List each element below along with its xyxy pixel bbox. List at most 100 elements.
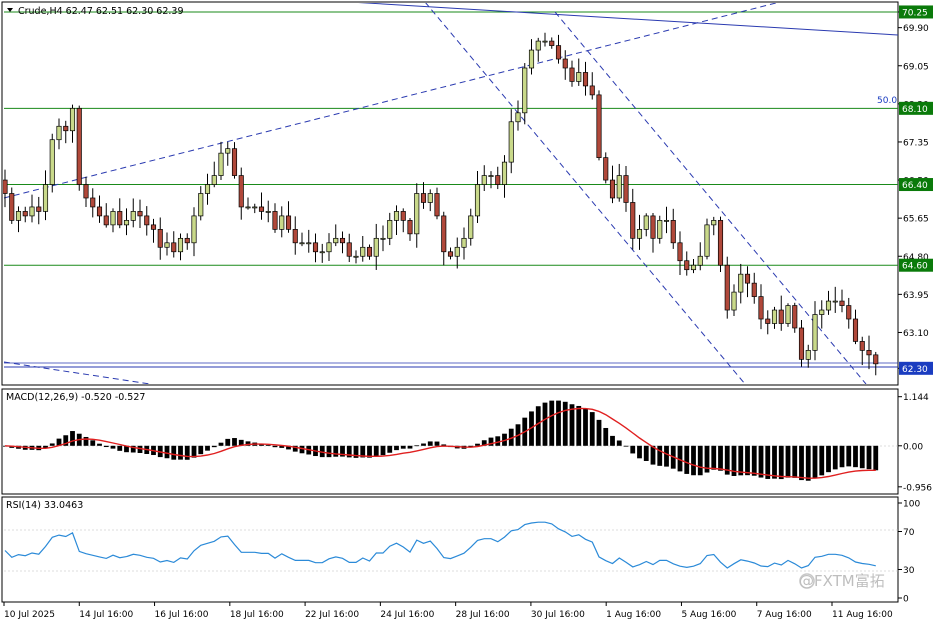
candle-body[interactable] [56, 125, 62, 141]
candle-body[interactable] [819, 309, 825, 315]
candle-body[interactable] [562, 58, 568, 69]
candle-body[interactable] [576, 72, 582, 82]
candle-body[interactable] [434, 193, 440, 217]
candle-body[interactable] [778, 309, 784, 324]
candle-body[interactable] [555, 45, 562, 60]
candle-body[interactable] [535, 40, 541, 51]
candle-body[interactable] [582, 72, 589, 87]
candle-body[interactable] [731, 291, 737, 311]
candle-body[interactable] [231, 148, 238, 176]
candle-body[interactable] [636, 229, 643, 239]
candle-body[interactable] [792, 305, 798, 329]
candle-body[interactable] [684, 260, 690, 271]
candle-body[interactable] [643, 215, 649, 230]
candle-body[interactable] [238, 175, 244, 208]
candle-body[interactable] [798, 327, 805, 360]
candle-body[interactable] [873, 354, 879, 365]
candle-body[interactable] [474, 184, 481, 217]
candle-body[interactable] [83, 184, 89, 199]
candle-body[interactable] [218, 152, 224, 176]
candle-body[interactable] [852, 318, 859, 342]
candle-body[interactable] [164, 242, 170, 248]
candle-body[interactable] [306, 242, 312, 245]
candle-body[interactable] [380, 237, 386, 240]
candle-body[interactable] [508, 121, 514, 163]
candle-body[interactable] [130, 211, 136, 221]
candle-body[interactable] [400, 211, 406, 221]
candle-body[interactable] [258, 206, 265, 212]
candle-body[interactable] [177, 237, 184, 253]
candle-body[interactable] [312, 242, 319, 253]
candle-body[interactable] [42, 184, 49, 212]
candle-body[interactable] [353, 255, 359, 258]
candle-body[interactable] [447, 251, 454, 257]
candle-body[interactable] [630, 202, 636, 239]
candle-body[interactable] [549, 40, 555, 46]
candle-body[interactable] [677, 242, 683, 262]
candle-body[interactable] [387, 220, 393, 239]
candle-body[interactable] [650, 215, 656, 239]
candle-body[interactable] [758, 296, 764, 320]
candle-body[interactable] [690, 264, 697, 271]
candle-body[interactable] [454, 246, 460, 257]
candle-body[interactable] [407, 220, 413, 235]
candle-body[interactable] [76, 107, 82, 185]
candle-body[interactable] [265, 211, 271, 213]
candle-body[interactable] [157, 229, 163, 248]
candle-body[interactable] [279, 215, 285, 230]
candle-body[interactable] [825, 300, 832, 311]
candle-body[interactable] [69, 107, 76, 132]
candle-body[interactable] [805, 350, 811, 360]
candle-body[interactable] [9, 193, 15, 221]
candle-body[interactable] [744, 273, 751, 284]
candle-body[interactable] [184, 237, 190, 244]
candle-body[interactable] [414, 193, 420, 235]
candle-body[interactable] [373, 237, 379, 257]
candle-body[interactable] [542, 40, 548, 43]
candle-body[interactable] [144, 215, 150, 226]
candle-body[interactable] [63, 125, 69, 132]
candle-body[interactable] [724, 264, 730, 311]
candle-body[interactable] [110, 211, 116, 226]
candle-body[interactable] [697, 255, 703, 266]
candle-body[interactable] [299, 242, 305, 245]
candle-body[interactable] [245, 206, 251, 209]
candle-body[interactable] [360, 246, 366, 257]
candle-body[interactable] [36, 206, 42, 212]
candle-body[interactable] [117, 211, 123, 226]
candle-body[interactable] [859, 341, 865, 351]
candle-body[interactable] [495, 175, 501, 185]
candle-body[interactable] [738, 273, 744, 293]
candle-body[interactable] [711, 220, 717, 226]
candle-body[interactable] [528, 49, 535, 69]
candle-body[interactable] [326, 242, 332, 253]
candle-body[interactable] [771, 309, 778, 324]
candle-body[interactable] [515, 112, 521, 123]
candle-body[interactable] [333, 237, 339, 244]
candle-body[interactable] [522, 67, 528, 114]
candle-body[interactable] [603, 157, 609, 181]
candle-body[interactable] [866, 350, 872, 356]
candle-body[interactable] [481, 175, 487, 185]
candle-body[interactable] [393, 211, 400, 221]
candle-body[interactable] [90, 197, 96, 208]
candle-body[interactable] [488, 175, 494, 177]
candle-body[interactable] [609, 179, 616, 199]
candle-body[interactable] [137, 211, 143, 217]
candle-body[interactable] [339, 237, 346, 244]
candle-body[interactable] [704, 224, 710, 257]
candle-body[interactable] [96, 206, 103, 217]
candle-body[interactable] [103, 215, 109, 226]
candle-body[interactable] [589, 85, 595, 96]
candle-body[interactable] [670, 220, 676, 244]
candle-body[interactable] [346, 242, 352, 257]
candle-body[interactable] [211, 175, 217, 185]
candle-body[interactable] [717, 220, 724, 266]
candle-body[interactable] [468, 215, 474, 239]
candle-body[interactable] [812, 314, 818, 351]
candle-body[interactable] [204, 184, 211, 194]
candle-body[interactable] [319, 251, 325, 254]
candle-body[interactable] [225, 148, 231, 154]
candle-body[interactable] [252, 206, 258, 209]
candle-body[interactable] [596, 94, 602, 158]
